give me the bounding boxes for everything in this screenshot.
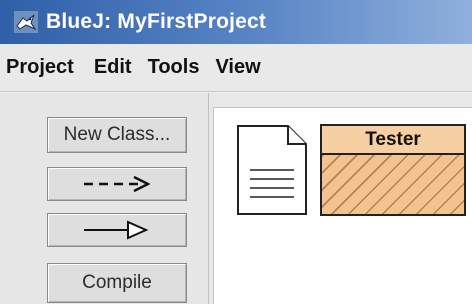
compile-button[interactable]: Compile	[47, 263, 187, 303]
class-name: Tester	[322, 126, 464, 155]
class-diagram-area[interactable]: Tester	[208, 93, 472, 304]
bluej-window: BlueJ: MyFirstProject Project Edit Tools…	[0, 0, 472, 304]
inheritance-arrow-icon	[84, 220, 149, 240]
menu-project[interactable]: Project	[6, 56, 74, 79]
menu-bar: Project Edit Tools View	[0, 44, 472, 92]
window-title: BlueJ: MyFirstProject	[46, 10, 267, 33]
menu-tools[interactable]: Tools	[148, 56, 200, 79]
readme-document-icon[interactable]	[236, 124, 308, 216]
bluej-bird-icon	[14, 11, 38, 33]
dependency-arrow-button[interactable]	[47, 167, 187, 201]
dashed-arrow-icon	[84, 175, 151, 193]
menu-view[interactable]: View	[215, 56, 260, 79]
inheritance-arrow-button[interactable]	[47, 213, 187, 247]
title-bar[interactable]: BlueJ: MyFirstProject	[0, 0, 472, 44]
menu-edit[interactable]: Edit	[94, 56, 132, 79]
class-tester[interactable]: Tester	[320, 124, 466, 216]
tool-panel: New Class... Compile	[0, 93, 208, 304]
uncompiled-hatch	[322, 155, 464, 214]
class-diagram-canvas[interactable]: Tester	[213, 107, 472, 304]
new-class-button[interactable]: New Class...	[47, 117, 187, 153]
